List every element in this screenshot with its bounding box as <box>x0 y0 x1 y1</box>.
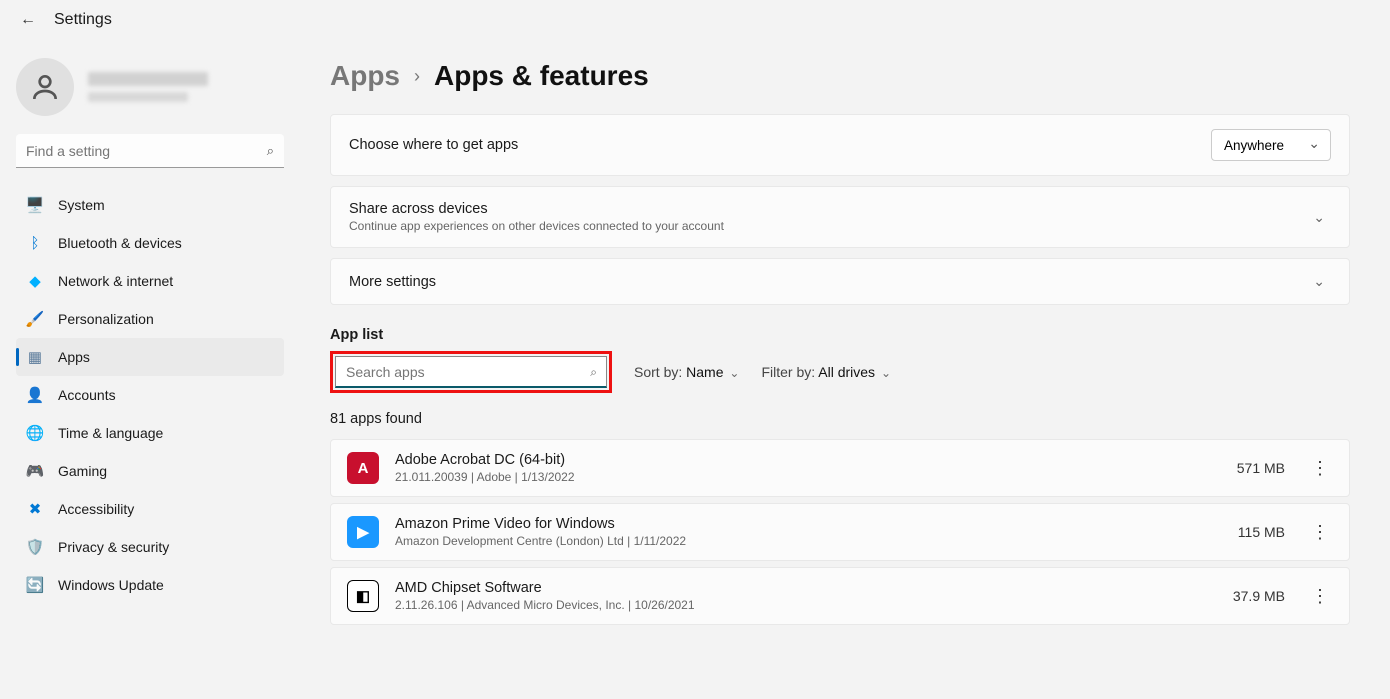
search-apps-input[interactable] <box>335 356 607 388</box>
more-options-icon[interactable]: ⋮ <box>1307 458 1333 479</box>
sidebar-item-label: Time & language <box>58 425 163 441</box>
sidebar-item-label: Accounts <box>58 387 116 403</box>
main-content: Apps › Apps & features Choose where to g… <box>300 40 1390 699</box>
search-apps-highlight: ⌕ <box>330 351 612 393</box>
more-settings-card[interactable]: More settings ⌄ <box>330 258 1350 305</box>
sidebar-item-label: Windows Update <box>58 577 164 593</box>
find-setting-input[interactable] <box>16 134 284 168</box>
app-info: AMD Chipset Software 2.11.26.106 | Advanc… <box>395 580 1199 612</box>
back-icon[interactable]: ← <box>20 11 36 29</box>
filter-by[interactable]: Filter by: All drives ⌄ <box>761 364 891 380</box>
sidebar-item-privacy-security[interactable]: 🛡️ Privacy & security <box>16 528 284 566</box>
bluetooth-devices-icon: ᛒ <box>26 234 44 252</box>
windows-update-icon: 🔄 <box>26 576 44 594</box>
system-icon: 🖥️ <box>26 196 44 214</box>
filter-value: All drives <box>818 364 875 380</box>
app-icon: ◧ <box>347 580 379 612</box>
sidebar: ⌕ 🖥️ System ᛒ Bluetooth & devices ◆ Network &… <box>0 40 300 699</box>
sidebar-item-label: System <box>58 197 105 213</box>
app-icon: ▶ <box>347 516 379 548</box>
app-list-heading: App list <box>330 327 1350 343</box>
sidebar-nav: 🖥️ System ᛒ Bluetooth & devices ◆ Network & i… <box>16 186 284 604</box>
sidebar-item-windows-update[interactable]: 🔄 Windows Update <box>16 566 284 604</box>
avatar <box>16 58 74 116</box>
apps-found-count: 81 apps found <box>330 411 1350 427</box>
app-row[interactable]: ◧ AMD Chipset Software 2.11.26.106 | Advan… <box>330 567 1350 625</box>
app-size: 37.9 MB <box>1215 588 1285 604</box>
app-info: Adobe Acrobat DC (64-bit) 21.011.20039 | … <box>395 452 1199 484</box>
sidebar-item-apps[interactable]: ▦ Apps <box>16 338 284 376</box>
accessibility-icon: ✖ <box>26 500 44 518</box>
app-name: Adobe Acrobat DC (64-bit) <box>395 452 1199 468</box>
sidebar-item-network-internet[interactable]: ◆ Network & internet <box>16 262 284 300</box>
sidebar-item-label: Privacy & security <box>58 539 169 555</box>
app-meta: 21.011.20039 | Adobe | 1/13/2022 <box>395 470 1199 484</box>
choose-where-title: Choose where to get apps <box>349 137 518 153</box>
more-options-icon[interactable]: ⋮ <box>1307 586 1333 607</box>
sidebar-item-label: Apps <box>58 349 90 365</box>
sort-value: Name <box>686 364 723 380</box>
filter-label: Filter by: <box>761 364 815 380</box>
titlebar: ← Settings <box>0 0 1390 40</box>
apps-icon: ▦ <box>26 348 44 366</box>
sidebar-item-bluetooth-devices[interactable]: ᛒ Bluetooth & devices <box>16 224 284 262</box>
chevron-down-icon: ⌄ <box>881 366 891 380</box>
sort-label: Sort by: <box>634 364 682 380</box>
chevron-down-icon: ⌄ <box>729 366 739 380</box>
profile-name-redacted <box>88 72 208 86</box>
sidebar-item-label: Personalization <box>58 311 154 327</box>
chevron-right-icon: › <box>414 66 420 87</box>
share-across-sub: Continue app experiences on other device… <box>349 219 724 233</box>
sidebar-item-label: Bluetooth & devices <box>58 235 182 251</box>
sidebar-item-system[interactable]: 🖥️ System <box>16 186 284 224</box>
app-list: A Adobe Acrobat DC (64-bit) 21.011.20039 |… <box>330 439 1350 625</box>
sidebar-item-accounts[interactable]: 👤 Accounts <box>16 376 284 414</box>
person-icon <box>29 71 61 103</box>
app-name: Amazon Prime Video for Windows <box>395 516 1199 532</box>
gaming-icon: 🎮 <box>26 462 44 480</box>
app-meta: 2.11.26.106 | Advanced Micro Devices, In… <box>395 598 1199 612</box>
sidebar-item-personalization[interactable]: 🖌️ Personalization <box>16 300 284 338</box>
app-row[interactable]: ▶ Amazon Prime Video for Windows Amazon De… <box>330 503 1350 561</box>
time-language-icon: 🌐 <box>26 424 44 442</box>
app-info: Amazon Prime Video for Windows Amazon Dev… <box>395 516 1199 548</box>
app-size: 115 MB <box>1215 524 1285 540</box>
sidebar-item-gaming[interactable]: 🎮 Gaming <box>16 452 284 490</box>
share-across-card[interactable]: Share across devices Continue app experi… <box>330 186 1350 248</box>
choose-where-dropdown[interactable]: Anywhere <box>1211 129 1331 161</box>
sidebar-item-label: Accessibility <box>58 501 134 517</box>
profile-block[interactable] <box>16 58 284 116</box>
chevron-down-icon: ⌄ <box>1307 209 1331 226</box>
app-meta: Amazon Development Centre (London) Ltd |… <box>395 534 1199 548</box>
app-icon: A <box>347 452 379 484</box>
sidebar-item-accessibility[interactable]: ✖ Accessibility <box>16 490 284 528</box>
personalization-icon: 🖌️ <box>26 310 44 328</box>
accounts-icon: 👤 <box>26 386 44 404</box>
breadcrumb: Apps › Apps & features <box>330 60 1350 92</box>
breadcrumb-parent[interactable]: Apps <box>330 60 400 92</box>
profile-sub-redacted <box>88 92 188 102</box>
app-name: AMD Chipset Software <box>395 580 1199 596</box>
more-options-icon[interactable]: ⋮ <box>1307 522 1333 543</box>
chevron-down-icon: ⌄ <box>1307 273 1331 290</box>
app-list-controls: ⌕ Sort by: Name ⌄ Filter by: All drives … <box>330 351 1350 393</box>
choose-where-card[interactable]: Choose where to get apps Anywhere <box>330 114 1350 176</box>
more-settings-title: More settings <box>349 274 436 290</box>
breadcrumb-current: Apps & features <box>434 60 649 92</box>
sidebar-item-label: Network & internet <box>58 273 173 289</box>
sidebar-item-label: Gaming <box>58 463 107 479</box>
privacy-security-icon: 🛡️ <box>26 538 44 556</box>
search-icon: ⌕ <box>267 143 274 159</box>
find-setting-wrap: ⌕ <box>16 134 284 168</box>
search-icon: ⌕ <box>590 365 597 380</box>
sort-by[interactable]: Sort by: Name ⌄ <box>634 364 739 380</box>
network-internet-icon: ◆ <box>26 272 44 290</box>
app-row[interactable]: A Adobe Acrobat DC (64-bit) 21.011.20039 |… <box>330 439 1350 497</box>
app-size: 571 MB <box>1215 460 1285 476</box>
share-across-title: Share across devices <box>349 201 724 217</box>
window-title: Settings <box>54 11 112 29</box>
sidebar-item-time-language[interactable]: 🌐 Time & language <box>16 414 284 452</box>
